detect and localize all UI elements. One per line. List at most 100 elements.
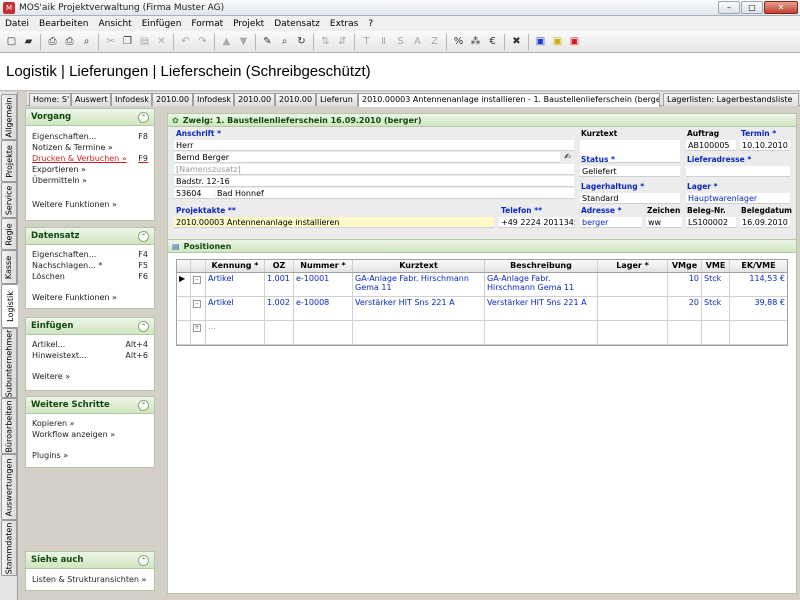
- vtab-auswertungen[interactable]: Auswertungen: [1, 454, 17, 520]
- close-button[interactable]: ✕: [764, 1, 798, 14]
- sidebar-uebermitteln[interactable]: Übermitteln »: [26, 176, 154, 187]
- percent-button[interactable]: %: [450, 33, 467, 50]
- cell-oz-new[interactable]: [265, 321, 294, 344]
- col-kennung[interactable]: Kennung *: [206, 260, 265, 272]
- col-beschreibung[interactable]: Beschreibung: [485, 260, 598, 272]
- cell-vmge[interactable]: 10: [668, 273, 702, 296]
- belegdatum-field[interactable]: 16.09.2010: [740, 217, 790, 228]
- cell-oz[interactable]: 1.002: [265, 297, 294, 320]
- cell-vmge[interactable]: 20: [668, 297, 702, 320]
- cell-ek-vme[interactable]: 114,53 €: [730, 273, 787, 296]
- sort-ascending-icon[interactable]: ⇅: [317, 33, 334, 50]
- tab-2010-3[interactable]: 2010.00: [275, 93, 316, 106]
- sidebar-ds-weitere-funktionen[interactable]: Weitere Funktionen »: [26, 293, 154, 304]
- sidebar-nachschlagen[interactable]: Nachschlagen... * F5: [26, 261, 154, 272]
- sidebar-ds-eigenschaften[interactable]: Eigenschaften... F4: [26, 250, 154, 261]
- vtab-stammdaten[interactable]: Stammdaten: [1, 520, 17, 576]
- plz-field[interactable]: 53604: [174, 188, 214, 199]
- collapse-chevron-icon[interactable]: ⌃: [138, 554, 149, 566]
- tab-lieferungen[interactable]: Lieferun: [316, 93, 358, 106]
- lagerhaltung-field[interactable]: Standard: [580, 193, 680, 204]
- minimize-button[interactable]: –: [718, 1, 740, 14]
- siehe-auch-header[interactable]: Siehe auch ⌃: [26, 552, 154, 569]
- datensatz-header[interactable]: Datensatz ⌃: [26, 228, 154, 245]
- cell-kurztext-new[interactable]: [353, 321, 485, 344]
- tab-lieferschein-active[interactable]: 2010.00003 Antennenanlage installieren -…: [358, 93, 660, 107]
- a-button[interactable]: A: [409, 33, 426, 50]
- address-lookup-icon[interactable]: ✍: [561, 152, 574, 163]
- col-nummer[interactable]: Nummer *: [294, 260, 353, 272]
- vtab-bueroarbeiten[interactable]: Büroarbeiten: [1, 398, 17, 454]
- cell-nummer[interactable]: e-10008: [294, 297, 353, 320]
- sidebar-einfuegen-weitere[interactable]: Weitere »: [26, 372, 154, 383]
- col-ek-vme[interactable]: EK/VME: [730, 260, 787, 272]
- sidebar-weitere-funktionen[interactable]: Weitere Funktionen »: [26, 200, 154, 211]
- ort-field[interactable]: Bad Honnef: [215, 188, 574, 199]
- cell-beschreibung[interactable]: Verstärker HIT Sns 221 A: [485, 297, 598, 320]
- cell-kennung[interactable]: Artikel: [206, 273, 265, 296]
- vtab-allgemein[interactable]: Allgemein: [1, 94, 17, 140]
- open-folder-icon[interactable]: ▰: [20, 33, 37, 50]
- sidebar-workflow[interactable]: Workflow anzeigen »: [26, 430, 154, 441]
- vtab-logistik[interactable]: Logistik: [1, 284, 18, 328]
- adresse-field[interactable]: berger: [580, 217, 642, 228]
- tab-infodesk-2[interactable]: Infodesk: [193, 93, 234, 106]
- cell-beschreibung[interactable]: GA-Anlage Fabr. Hirschmann Gema 11: [485, 273, 598, 296]
- col-kurztext[interactable]: Kurztext: [353, 260, 485, 272]
- sidebar-loeschen[interactable]: Löschen F6: [26, 272, 154, 283]
- cell-kennung-new[interactable]: ...: [206, 321, 265, 344]
- maximize-button[interactable]: □: [741, 1, 763, 14]
- edit-pencil-icon[interactable]: ✎: [259, 33, 276, 50]
- telefon-field[interactable]: +49 2224 2011345: [499, 217, 575, 228]
- tab-auswertung[interactable]: Auswert: [71, 93, 111, 106]
- lock-blue-icon[interactable]: ▣: [532, 33, 549, 50]
- termin-field[interactable]: 10.10.2010: [740, 140, 790, 151]
- anschrift-namenszusatz-field[interactable]: [Namenszusatz]: [174, 164, 574, 175]
- col-vmge[interactable]: VMge: [668, 260, 702, 272]
- tab-infodesk[interactable]: Infodesk: [111, 93, 152, 106]
- paste-icon[interactable]: ▤: [136, 33, 153, 50]
- tab-lagerlisten[interactable]: Lagerlisten: Lagerbestandsliste: [663, 93, 799, 106]
- decimal-icon[interactable]: ⁂: [467, 33, 484, 50]
- sidebar-hinweistext[interactable]: Hinweistext... Alt+6: [26, 351, 154, 362]
- refresh-icon[interactable]: ↻: [293, 33, 310, 50]
- menu-datensatz[interactable]: Datensatz: [269, 19, 325, 29]
- cell-ek-vme[interactable]: 39,88 €: [730, 297, 787, 320]
- auftrag-field[interactable]: AB100005: [686, 140, 736, 151]
- projektakte-field[interactable]: 2010.00003 Antennenanlage installieren: [174, 217, 494, 228]
- column-button[interactable]: Ⅱ: [375, 33, 392, 50]
- cell-oz[interactable]: 1.001: [265, 273, 294, 296]
- lager-field[interactable]: Hauptwarenlager: [686, 193, 790, 204]
- menu-format[interactable]: Format: [186, 19, 228, 29]
- copy-icon[interactable]: ❐: [119, 33, 136, 50]
- zeichen-field[interactable]: ww: [646, 217, 682, 228]
- sidebar-exportieren[interactable]: Exportieren »: [26, 165, 154, 176]
- lock-red-icon[interactable]: ▣: [566, 33, 583, 50]
- sidebar-listen-strukturansichten[interactable]: Listen & Strukturansichten »: [26, 575, 154, 586]
- cell-vme[interactable]: Stck: [702, 297, 730, 320]
- move-up-icon[interactable]: ▲: [218, 33, 235, 50]
- anschrift-strasse-field[interactable]: Badstr. 12-16: [174, 176, 574, 187]
- vtab-regie[interactable]: Regie: [1, 218, 17, 250]
- collapse-chevron-icon[interactable]: ⌃: [138, 111, 149, 123]
- expand-icon[interactable]: +: [193, 323, 201, 332]
- sidebar-kopieren[interactable]: Kopieren »: [26, 419, 154, 430]
- currency-icon[interactable]: €: [484, 33, 501, 50]
- print-setup-icon[interactable]: ⎙: [61, 33, 78, 50]
- sidebar-notizen-termine[interactable]: Notizen & Termine »: [26, 143, 154, 154]
- col-lager[interactable]: Lager *: [598, 260, 668, 272]
- tab-2010-2[interactable]: 2010.00: [234, 93, 275, 106]
- undo-icon[interactable]: ↶: [177, 33, 194, 50]
- collapse-chevron-icon[interactable]: ⌃: [138, 399, 149, 411]
- move-down-icon[interactable]: ▼: [235, 33, 252, 50]
- print-icon[interactable]: ⎙: [44, 33, 61, 50]
- tools-icon[interactable]: ✖: [508, 33, 525, 50]
- belegnr-field[interactable]: LS100002: [686, 217, 736, 228]
- cell-beschreibung-new[interactable]: [485, 321, 598, 344]
- delete-icon[interactable]: ✕: [153, 33, 170, 50]
- print-preview-icon[interactable]: ⌕: [78, 33, 95, 50]
- lock-yellow-icon[interactable]: ▣: [549, 33, 566, 50]
- text-button[interactable]: T: [358, 33, 375, 50]
- sidebar-drucken-verbuchen[interactable]: Drucken & Verbuchen » F9: [26, 154, 154, 165]
- cell-nummer[interactable]: e-10001: [294, 273, 353, 296]
